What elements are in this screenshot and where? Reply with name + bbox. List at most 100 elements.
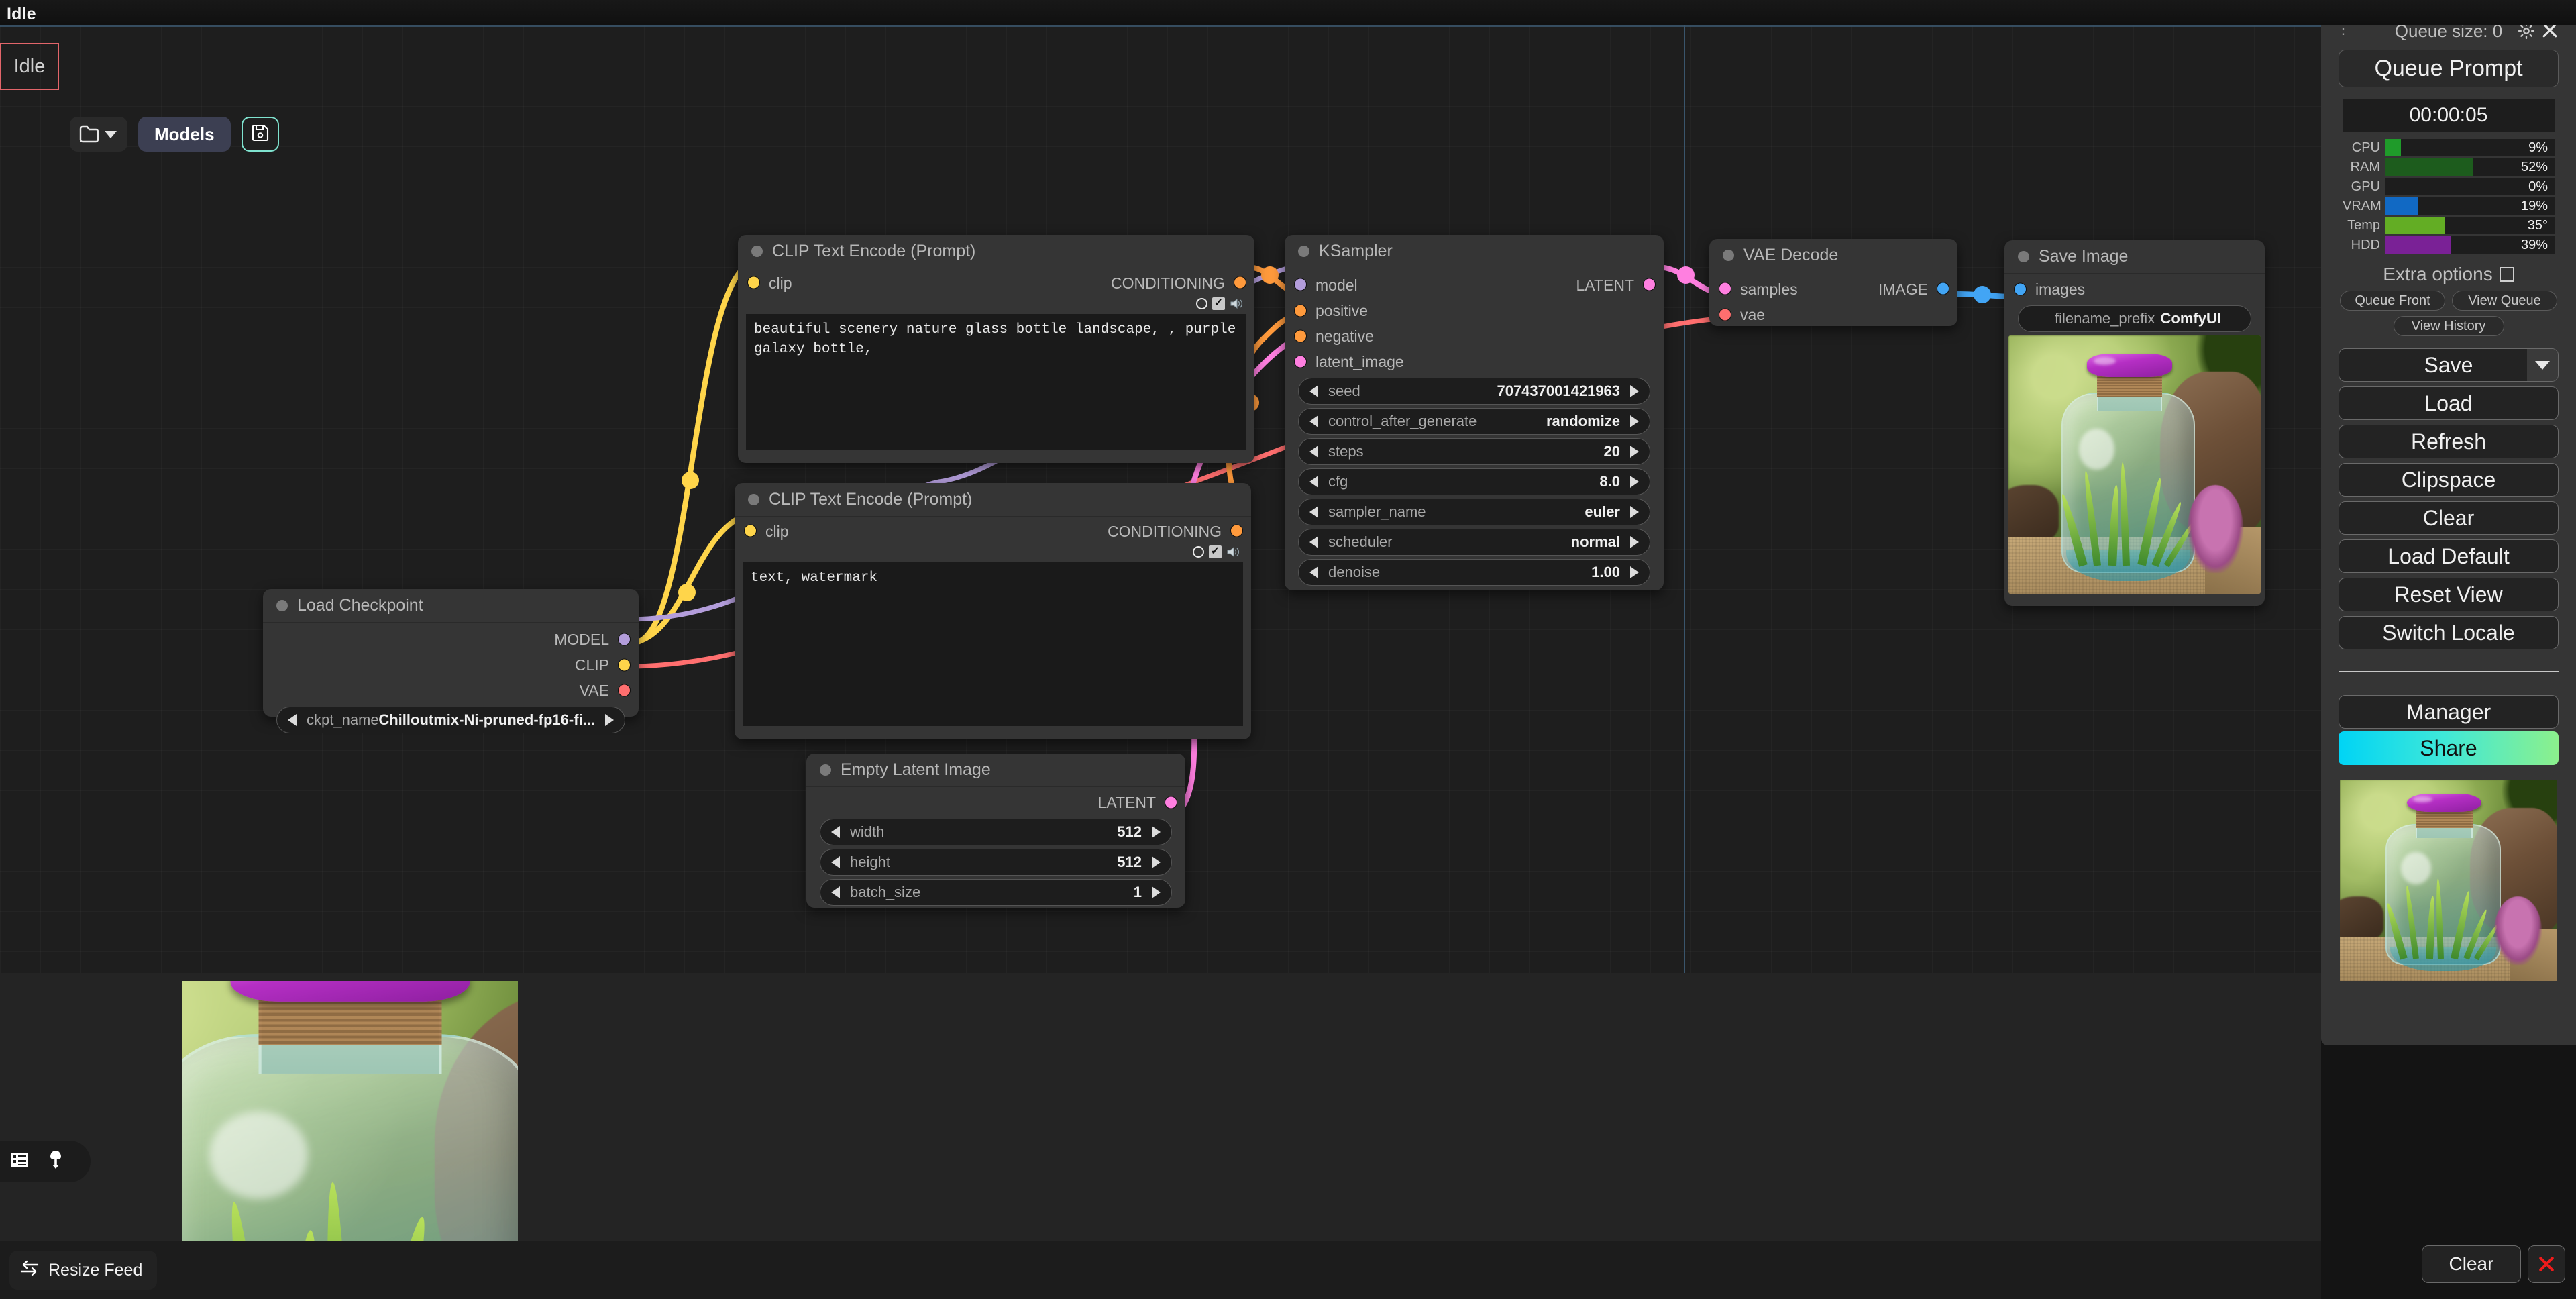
node-title-bar[interactable]: Save Image (2004, 240, 2265, 274)
clear-button[interactable]: Clear (2339, 501, 2559, 535)
resize-feed-button[interactable]: Resize Feed (9, 1251, 157, 1290)
refresh-button[interactable]: Refresh (2339, 425, 2559, 458)
decrement-arrow-icon[interactable] (1309, 415, 1318, 427)
port-model-input[interactable] (1294, 278, 1307, 291)
decrement-arrow-icon[interactable] (288, 714, 297, 726)
port-clip-input[interactable] (744, 525, 757, 537)
decrement-arrow-icon[interactable] (1309, 476, 1318, 488)
load-default-button[interactable]: Load Default (2339, 539, 2559, 573)
node-empty-latent-image[interactable]: Empty Latent Image LATENT width 512 heig… (806, 754, 1185, 908)
widget-control-after-generate[interactable]: control_after_generate randomize (1298, 408, 1650, 435)
widget-scheduler[interactable]: scheduler normal (1298, 529, 1650, 556)
widget-batch-size[interactable]: batch_size 1 (820, 879, 1172, 906)
port-vae-input[interactable] (1719, 309, 1731, 321)
port-model-output[interactable] (618, 633, 631, 646)
node-save-image[interactable]: Save Image images filename_prefix ComfyU… (2004, 240, 2265, 606)
increment-arrow-icon[interactable] (1152, 856, 1161, 868)
port-latent-output[interactable] (1643, 278, 1656, 291)
save-workflow-button[interactable] (241, 117, 279, 152)
increment-arrow-icon[interactable] (1630, 506, 1639, 518)
slot-vae-input[interactable]: vae (1709, 302, 1957, 327)
slot-latent-image-input[interactable]: latent_image (1285, 349, 1664, 374)
port-clip-input[interactable] (747, 276, 760, 289)
increment-arrow-icon[interactable] (1630, 476, 1639, 488)
port-vae-output[interactable] (618, 684, 631, 697)
port-latent-image-input[interactable] (1294, 356, 1307, 368)
decrement-arrow-icon[interactable] (1309, 536, 1318, 548)
widget-sampler-name[interactable]: sampler_name euler (1298, 499, 1650, 525)
models-button[interactable]: Models (138, 117, 231, 152)
node-vae-decode[interactable]: VAE Decode samples IMAGE vae (1709, 239, 1957, 326)
node-clip-text-encode-positive[interactable]: CLIP Text Encode (Prompt) clip CONDITION… (738, 235, 1254, 463)
increment-arrow-icon[interactable] (1152, 826, 1161, 838)
node-collapse-dot[interactable] (751, 246, 763, 257)
clip-negative-text-input[interactable]: text, watermark (743, 562, 1243, 726)
clipspace-button[interactable]: Clipspace (2339, 463, 2559, 497)
node-title-bar[interactable]: VAE Decode (1709, 239, 1957, 272)
port-image-output[interactable] (1937, 282, 1949, 295)
decrement-arrow-icon[interactable] (1309, 566, 1318, 578)
switch-locale-button[interactable]: Switch Locale (2339, 616, 2559, 650)
port-conditioning-output[interactable] (1230, 525, 1243, 537)
slot-images-input[interactable]: images (2004, 276, 2265, 302)
decrement-arrow-icon[interactable] (831, 886, 840, 898)
port-samples-input[interactable] (1719, 282, 1731, 295)
slot-model-output[interactable]: MODEL (263, 627, 639, 652)
decrement-arrow-icon[interactable] (1309, 385, 1318, 397)
increment-arrow-icon[interactable] (1630, 415, 1639, 427)
widget-filename-prefix[interactable]: filename_prefix ComfyUI (2018, 305, 2251, 332)
node-ksampler[interactable]: KSampler model LATENT positive negative (1285, 235, 1664, 590)
widget-width[interactable]: width 512 (820, 819, 1172, 845)
port-conditioning-output[interactable] (1234, 276, 1246, 289)
checkbox-checked-icon[interactable]: ✓ (1209, 545, 1222, 558)
node-clip-text-encode-negative[interactable]: CLIP Text Encode (Prompt) clip CONDITION… (735, 483, 1251, 739)
close-feed-button[interactable] (2528, 1245, 2565, 1283)
slot-vae-output[interactable]: VAE (263, 678, 639, 703)
speaker-icon[interactable] (1230, 297, 1244, 310)
increment-arrow-icon[interactable] (1630, 446, 1639, 458)
node-load-checkpoint[interactable]: Load Checkpoint MODEL CLIP VAE ckpt_nam (263, 589, 639, 717)
widget-height[interactable]: height 512 (820, 849, 1172, 876)
node-title-bar[interactable]: Empty Latent Image (806, 754, 1185, 787)
pin-icon[interactable] (47, 1149, 64, 1174)
queue-front-button[interactable]: Queue Front (2340, 291, 2445, 311)
save-dropdown-caret[interactable] (2527, 349, 2558, 381)
node-title-bar[interactable]: CLIP Text Encode (Prompt) (735, 483, 1251, 517)
node-collapse-dot[interactable] (820, 764, 831, 776)
view-queue-button[interactable]: View Queue (2452, 291, 2557, 311)
workflow-folder-dropdown[interactable] (70, 117, 127, 152)
node-collapse-dot[interactable] (1723, 250, 1734, 261)
node-title-bar[interactable]: KSampler (1285, 235, 1664, 268)
node-collapse-dot[interactable] (2018, 251, 2029, 262)
widget-seed[interactable]: seed 707437001421963 (1298, 378, 1650, 405)
increment-arrow-icon[interactable] (1630, 566, 1639, 578)
reset-view-button[interactable]: Reset View (2339, 578, 2559, 611)
node-collapse-dot[interactable] (1298, 246, 1309, 257)
node-collapse-dot[interactable] (276, 600, 288, 611)
widget-denoise[interactable]: denoise 1.00 (1298, 559, 1650, 586)
queue-prompt-button[interactable]: Queue Prompt (2339, 50, 2559, 87)
circle-icon[interactable] (1193, 546, 1204, 558)
decrement-arrow-icon[interactable] (1309, 446, 1318, 458)
slot-latent-output[interactable]: LATENT (806, 790, 1185, 815)
extra-options-checkbox[interactable] (2500, 267, 2514, 282)
widget-steps[interactable]: steps 20 (1298, 438, 1650, 465)
feed-image-preview[interactable] (182, 981, 518, 1241)
increment-arrow-icon[interactable] (1152, 886, 1161, 898)
share-button[interactable]: Share (2339, 731, 2559, 765)
view-history-button[interactable]: View History (2394, 316, 2504, 336)
extra-options-toggle[interactable]: Extra options (2333, 264, 2564, 285)
port-images-input[interactable] (2014, 283, 2027, 296)
node-title-bar[interactable]: CLIP Text Encode (Prompt) (738, 235, 1254, 268)
port-clip-output[interactable] (618, 659, 631, 672)
increment-arrow-icon[interactable] (605, 714, 614, 726)
node-title-bar[interactable]: Load Checkpoint (263, 589, 639, 623)
port-positive-input[interactable] (1294, 305, 1307, 317)
save-button[interactable]: Save (2339, 348, 2559, 382)
clear-feed-button[interactable]: Clear (2422, 1245, 2521, 1283)
decrement-arrow-icon[interactable] (1309, 506, 1318, 518)
manager-button[interactable]: Manager (2339, 695, 2559, 729)
decrement-arrow-icon[interactable] (831, 856, 840, 868)
clip-positive-text-input[interactable]: beautiful scenery nature glass bottle la… (746, 314, 1246, 450)
node-collapse-dot[interactable] (748, 494, 759, 505)
